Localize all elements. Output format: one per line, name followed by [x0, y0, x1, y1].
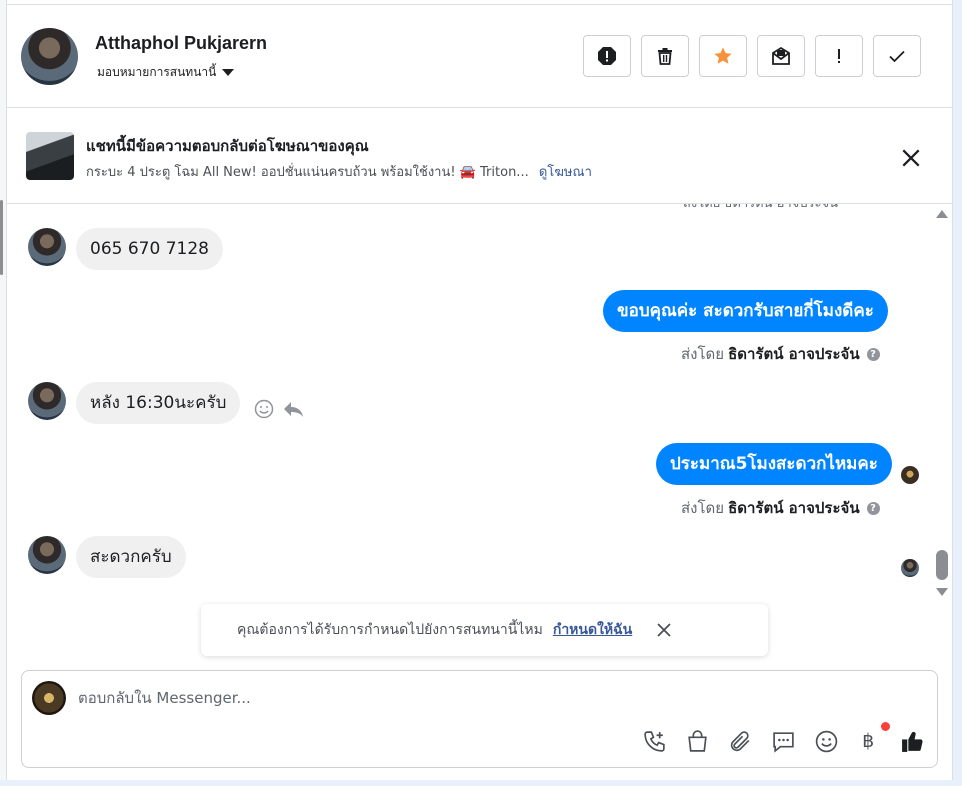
reply-icon[interactable]: [282, 399, 304, 419]
contact-avatar[interactable]: [21, 28, 78, 85]
sent-by-name: ธิดารัตน์ อาจประจัน: [728, 345, 860, 363]
reply-input[interactable]: [78, 689, 858, 707]
message-thread: ส่งโดย ธิดารัตน์ อาจประจัน 065 670 7128 …: [7, 204, 952, 604]
sent-by-label: ส่งโดย ธิดารัตน์ อาจประจัน ?: [681, 496, 880, 520]
conversation-header: Atthaphol Pukjarern มอบหมายการสนทนานี้: [7, 4, 952, 108]
incoming-message[interactable]: 065 670 7128: [76, 228, 223, 270]
assign-prompt-text: คุณต้องการได้รับการกำหนดไปยังการสนทนานี้…: [237, 622, 543, 638]
saved-reply-icon[interactable]: [771, 729, 796, 754]
right-panel-edge: [952, 0, 962, 786]
contact-avatar[interactable]: [28, 228, 66, 266]
contact-avatar[interactable]: [28, 382, 66, 420]
incoming-message[interactable]: สะดวกครับ: [76, 536, 186, 578]
help-icon[interactable]: ?: [866, 347, 880, 361]
spam-button[interactable]: [583, 35, 631, 77]
ad-banner-title: แชทนี้มีข้อความตอบกลับต่อโฆษณาของคุณ: [86, 137, 369, 155]
notification-dot: [881, 722, 890, 731]
conversation-toolbar: [583, 35, 921, 77]
like-icon[interactable]: [900, 729, 925, 754]
mark-unread-button[interactable]: [757, 35, 805, 77]
contact-name[interactable]: Atthaphol Pukjarern: [95, 33, 267, 54]
help-icon[interactable]: ?: [866, 501, 880, 515]
seen-avatar: [901, 466, 919, 484]
scroll-thumb[interactable]: [936, 550, 948, 580]
bottom-panel-edge: [0, 780, 962, 786]
view-ad-link[interactable]: ดูโฆษณา: [539, 165, 592, 180]
thread-scrollbar[interactable]: [935, 205, 949, 600]
envelope-icon: [772, 46, 790, 65]
contact-seen-avatar: [901, 559, 919, 577]
ad-thumbnail[interactable]: [26, 132, 74, 180]
phone-add-icon[interactable]: [642, 729, 667, 754]
assign-conversation-dropdown[interactable]: มอบหมายการสนทนานี้: [97, 63, 235, 82]
star-icon: [714, 47, 732, 64]
shopping-bag-icon[interactable]: [685, 729, 710, 754]
exclamation-icon: [838, 49, 840, 63]
left-scroll-indicator: [0, 200, 3, 275]
ad-reply-banner: แชทนี้มีข้อความตอบกลับต่อโฆษณาของคุณ กระ…: [7, 109, 952, 204]
star-button[interactable]: [699, 35, 747, 77]
sent-by-prefix: ส่งโดย: [681, 345, 725, 363]
outgoing-message[interactable]: ขอบคุณค่ะ สะดวกรับสายกี่โมงดีคะ: [603, 290, 888, 332]
message-actions: [254, 399, 304, 419]
important-button[interactable]: [815, 35, 863, 77]
left-panel-edge: [0, 0, 7, 786]
paperclip-icon[interactable]: [728, 729, 753, 754]
inbox-conversation-panel: Atthaphol Pukjarern มอบหมายการสนทนานี้ แ…: [0, 0, 962, 786]
react-emoji-icon[interactable]: [254, 399, 274, 419]
incoming-message[interactable]: หลัง 16:30นะครับ: [76, 382, 241, 424]
assign-prompt-toast: คุณต้องการได้รับการกำหนดไปยังการสนทนานี้…: [201, 604, 768, 656]
report-spam-icon: [598, 47, 616, 65]
reply-composer: ฿: [21, 670, 938, 768]
assign-conversation-label: มอบหมายการสนทนานี้: [97, 65, 217, 79]
svg-text:฿: ฿: [862, 731, 874, 752]
delete-button[interactable]: [641, 35, 689, 77]
sent-by-prefix: ส่งโดย: [681, 499, 725, 517]
caret-down-icon: [222, 69, 235, 76]
emoji-icon[interactable]: [814, 729, 839, 754]
close-icon[interactable]: [900, 147, 922, 169]
close-icon[interactable]: [656, 622, 672, 638]
ad-caption: กระบะ 4 ประตู โฉม All New! ออปชั่นแน่นคร…: [86, 165, 529, 180]
sent-by-label: ส่งโดย ธิดารัตน์ อาจประจัน ?: [681, 342, 880, 366]
contact-avatar[interactable]: [28, 536, 66, 574]
ad-banner-subtitle: กระบะ 4 ประตู โฉม All New! ออปชั่นแน่นคร…: [86, 161, 592, 182]
assign-to-me-link[interactable]: กำหนดให้ฉัน: [553, 619, 632, 641]
done-button[interactable]: [873, 35, 921, 77]
baht-payment-button[interactable]: ฿: [857, 722, 890, 756]
checkmark-icon: [889, 50, 905, 63]
composer-tools: ฿: [642, 722, 925, 756]
sent-by-name: ธิดารัตน์ อาจประจัน: [728, 499, 860, 517]
previous-sent-by-cut: ส่งโดย ธิดารัตน์ อาจประจัน: [683, 204, 838, 213]
scroll-down-arrow-icon[interactable]: [936, 588, 948, 596]
page-avatar: [32, 681, 66, 715]
trash-icon: [658, 48, 672, 65]
outgoing-message[interactable]: ประมาณ5โมงสะดวกไหมคะ: [656, 443, 892, 485]
scroll-up-arrow-icon[interactable]: [936, 210, 948, 218]
baht-payment-icon: ฿: [862, 731, 874, 752]
